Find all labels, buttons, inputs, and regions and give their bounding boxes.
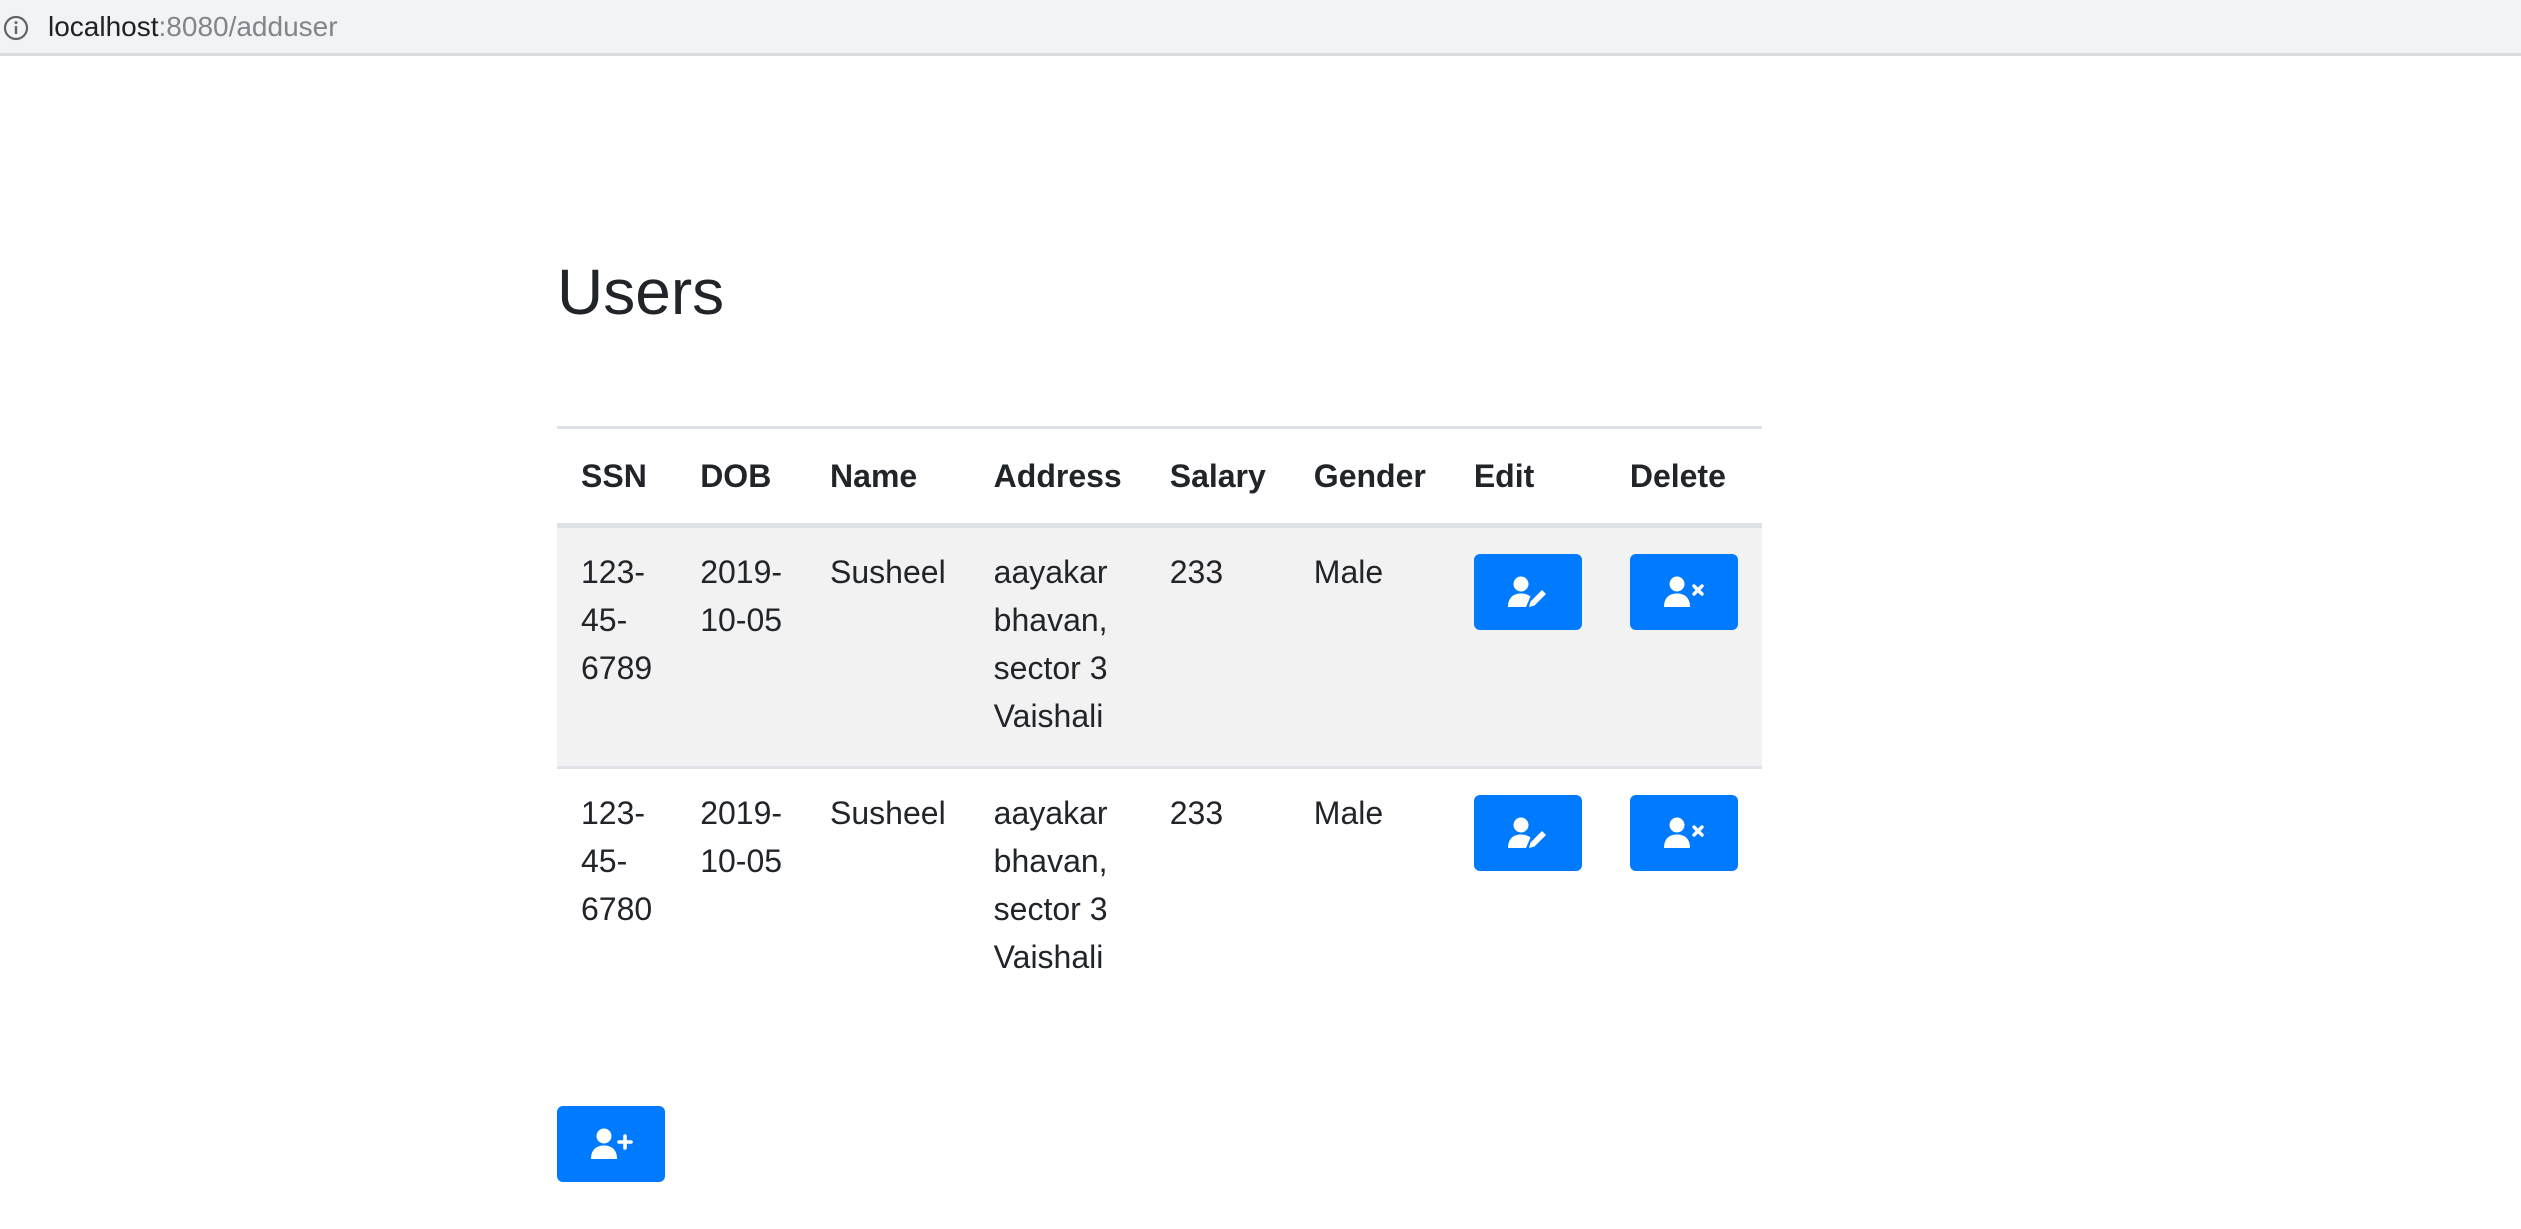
header-gender: Gender: [1289, 426, 1450, 528]
cell-dob: 2019-10-05: [676, 766, 807, 1010]
edit-user-button[interactable]: [1473, 554, 1582, 630]
cell-address: aayakar bhavan, sector 3 Vaishali: [969, 524, 1146, 768]
users-table: SSN DOB Name Address Salary Gender Edit …: [557, 426, 1762, 1010]
user-plus-icon: [591, 1128, 633, 1159]
cell-gender: Male: [1289, 524, 1450, 768]
cell-gender: Male: [1289, 766, 1450, 1010]
page-title: Users: [557, 256, 725, 328]
cell-delete: [1605, 766, 1762, 1010]
delete-user-button[interactable]: [1629, 554, 1738, 630]
user-times-icon: [1663, 576, 1704, 607]
cell-ssn: 123-45-6789: [557, 524, 677, 768]
header-name: Name: [806, 426, 970, 528]
table-row: 123-45-6780 2019-10-05 Susheel aayakar b…: [557, 766, 1762, 1010]
cell-name: Susheel: [806, 524, 970, 768]
header-delete: Delete: [1605, 426, 1762, 528]
url-path: :8080/adduser: [158, 11, 338, 42]
header-edit: Edit: [1449, 426, 1606, 528]
table-row: 123-45-6789 2019-10-05 Susheel aayakar b…: [557, 524, 1762, 768]
browser-address-bar: localhost:8080/adduser: [0, 0, 2521, 56]
header-dob: DOB: [676, 426, 807, 528]
table-header-row: SSN DOB Name Address Salary Gender Edit …: [557, 426, 1762, 528]
info-icon[interactable]: [2, 14, 30, 42]
cell-ssn: 123-45-6780: [557, 766, 677, 1010]
cell-address: aayakar bhavan, sector 3 Vaishali: [969, 766, 1146, 1010]
user-edit-icon: [1507, 817, 1546, 848]
cell-delete: [1605, 524, 1762, 768]
cell-edit: [1449, 766, 1606, 1010]
delete-user-button[interactable]: [1629, 795, 1738, 871]
cell-name: Susheel: [806, 766, 970, 1010]
header-address: Address: [969, 426, 1146, 528]
add-user-button[interactable]: [557, 1106, 665, 1182]
user-times-icon: [1663, 817, 1704, 848]
edit-user-button[interactable]: [1473, 795, 1582, 871]
cell-edit: [1449, 524, 1606, 768]
url-field[interactable]: localhost:8080/adduser: [48, 9, 338, 45]
url-host: localhost: [48, 11, 159, 42]
cell-dob: 2019-10-05: [676, 524, 807, 768]
user-edit-icon: [1507, 576, 1546, 607]
header-salary: Salary: [1145, 426, 1290, 528]
cell-salary: 233: [1145, 524, 1290, 768]
cell-salary: 233: [1145, 766, 1290, 1010]
header-ssn: SSN: [557, 426, 677, 528]
